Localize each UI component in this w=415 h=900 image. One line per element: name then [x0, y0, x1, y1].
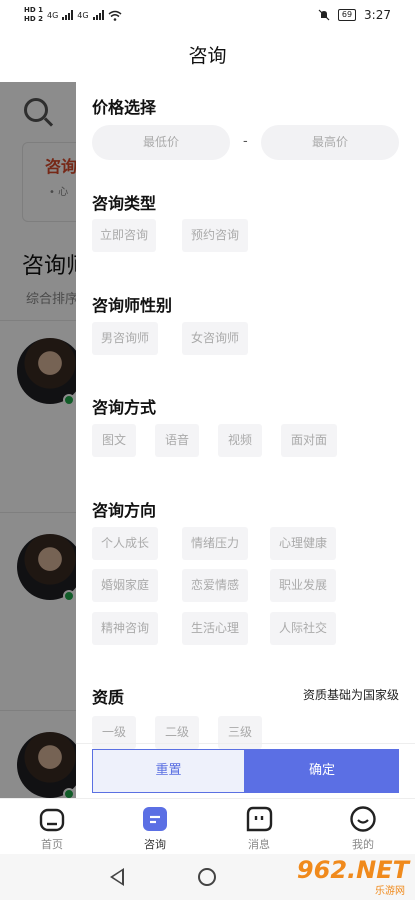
qualification-section-title: 资质: [92, 688, 125, 707]
message-icon: [246, 806, 273, 832]
sim-indicators: HD 1 HD 2: [24, 6, 43, 24]
system-nav-bar: 962.NET 乐游网: [0, 854, 415, 900]
watermark-logo: 962.NET: [296, 856, 409, 884]
method-section-title: 咨询方式: [92, 398, 157, 417]
option-method-voice[interactable]: 语音: [155, 424, 199, 457]
qualification-note: 资质基础为国家级: [302, 688, 399, 702]
navigation-bar: 咨询: [0, 34, 415, 82]
signal-icon: [62, 10, 74, 20]
option-gender-female[interactable]: 女咨询师: [182, 322, 248, 355]
option-direction[interactable]: 生活心理: [182, 612, 248, 645]
signal-icon-2: [92, 10, 104, 20]
wifi-icon: [108, 10, 122, 21]
sim2-label: HD 2: [24, 15, 43, 23]
tab-home[interactable]: 首页: [22, 805, 82, 852]
option-type-instant[interactable]: 立即咨询: [92, 219, 156, 252]
divider: [76, 743, 415, 744]
option-qualification-3[interactable]: 三级: [218, 716, 262, 749]
status-right: 69 3:27: [318, 8, 391, 22]
option-qualification-1[interactable]: 一级: [92, 716, 136, 749]
gender-section-title: 咨询师性别: [92, 296, 173, 315]
option-direction[interactable]: 心理健康: [270, 527, 336, 560]
option-type-booking[interactable]: 预约咨询: [182, 219, 248, 252]
option-direction[interactable]: 恋爱情感: [182, 569, 248, 602]
tab-profile[interactable]: 我的: [333, 805, 393, 852]
tab-home-label: 首页: [41, 838, 63, 851]
max-price-input[interactable]: 最高价: [261, 125, 399, 160]
option-direction[interactable]: 情绪压力: [182, 527, 248, 560]
price-section-title: 价格选择: [92, 98, 157, 117]
page-title: 咨询: [188, 45, 227, 67]
option-qualification-2[interactable]: 二级: [155, 716, 199, 749]
tab-consult[interactable]: 咨询: [125, 805, 185, 852]
confirm-button[interactable]: 确定: [245, 749, 399, 793]
profile-icon: [350, 806, 376, 832]
network-label-1: 4G: [46, 10, 59, 20]
tab-consult-label: 咨询: [144, 838, 166, 851]
clock: 3:27: [364, 8, 391, 22]
status-bar: HD 1 HD 2 4G 4G 69 3:27: [0, 0, 415, 34]
option-direction[interactable]: 婚姻家庭: [92, 569, 158, 602]
status-left: HD 1 HD 2 4G 4G: [24, 6, 122, 24]
back-icon[interactable]: [110, 868, 124, 886]
option-direction[interactable]: 个人成长: [92, 527, 158, 560]
home-icon: [39, 808, 65, 832]
option-method-video[interactable]: 视频: [218, 424, 262, 457]
tab-profile-label: 我的: [352, 838, 374, 851]
filter-panel: 价格选择 最低价 - 最高价 咨询类型 立即咨询 预约咨询 咨询师性别 男咨询师…: [76, 82, 415, 798]
consult-icon: [143, 807, 167, 831]
option-method-text[interactable]: 图文: [92, 424, 136, 457]
option-gender-male[interactable]: 男咨询师: [92, 322, 158, 355]
option-direction[interactable]: 职业发展: [270, 569, 336, 602]
sim1-label: HD 1: [24, 6, 43, 14]
tab-message[interactable]: 消息: [229, 805, 289, 852]
watermark-subtitle: 乐游网: [375, 886, 405, 897]
direction-section-title: 咨询方向: [92, 501, 157, 520]
tab-message-label: 消息: [248, 838, 270, 851]
price-separator: -: [243, 134, 248, 149]
option-direction[interactable]: 人际社交: [270, 612, 336, 645]
bottom-tab-bar: 首页 咨询 消息 我的: [0, 798, 415, 854]
mute-bell-icon: [318, 9, 330, 21]
reset-button[interactable]: 重置: [92, 749, 245, 793]
home-circle-icon[interactable]: [198, 868, 216, 886]
network-label-2: 4G: [77, 10, 89, 20]
type-section-title: 咨询类型: [92, 194, 157, 213]
option-method-face[interactable]: 面对面: [281, 424, 337, 457]
option-direction[interactable]: 精神咨询: [92, 612, 158, 645]
battery-icon: 69: [337, 9, 357, 21]
min-price-input[interactable]: 最低价: [92, 125, 230, 160]
